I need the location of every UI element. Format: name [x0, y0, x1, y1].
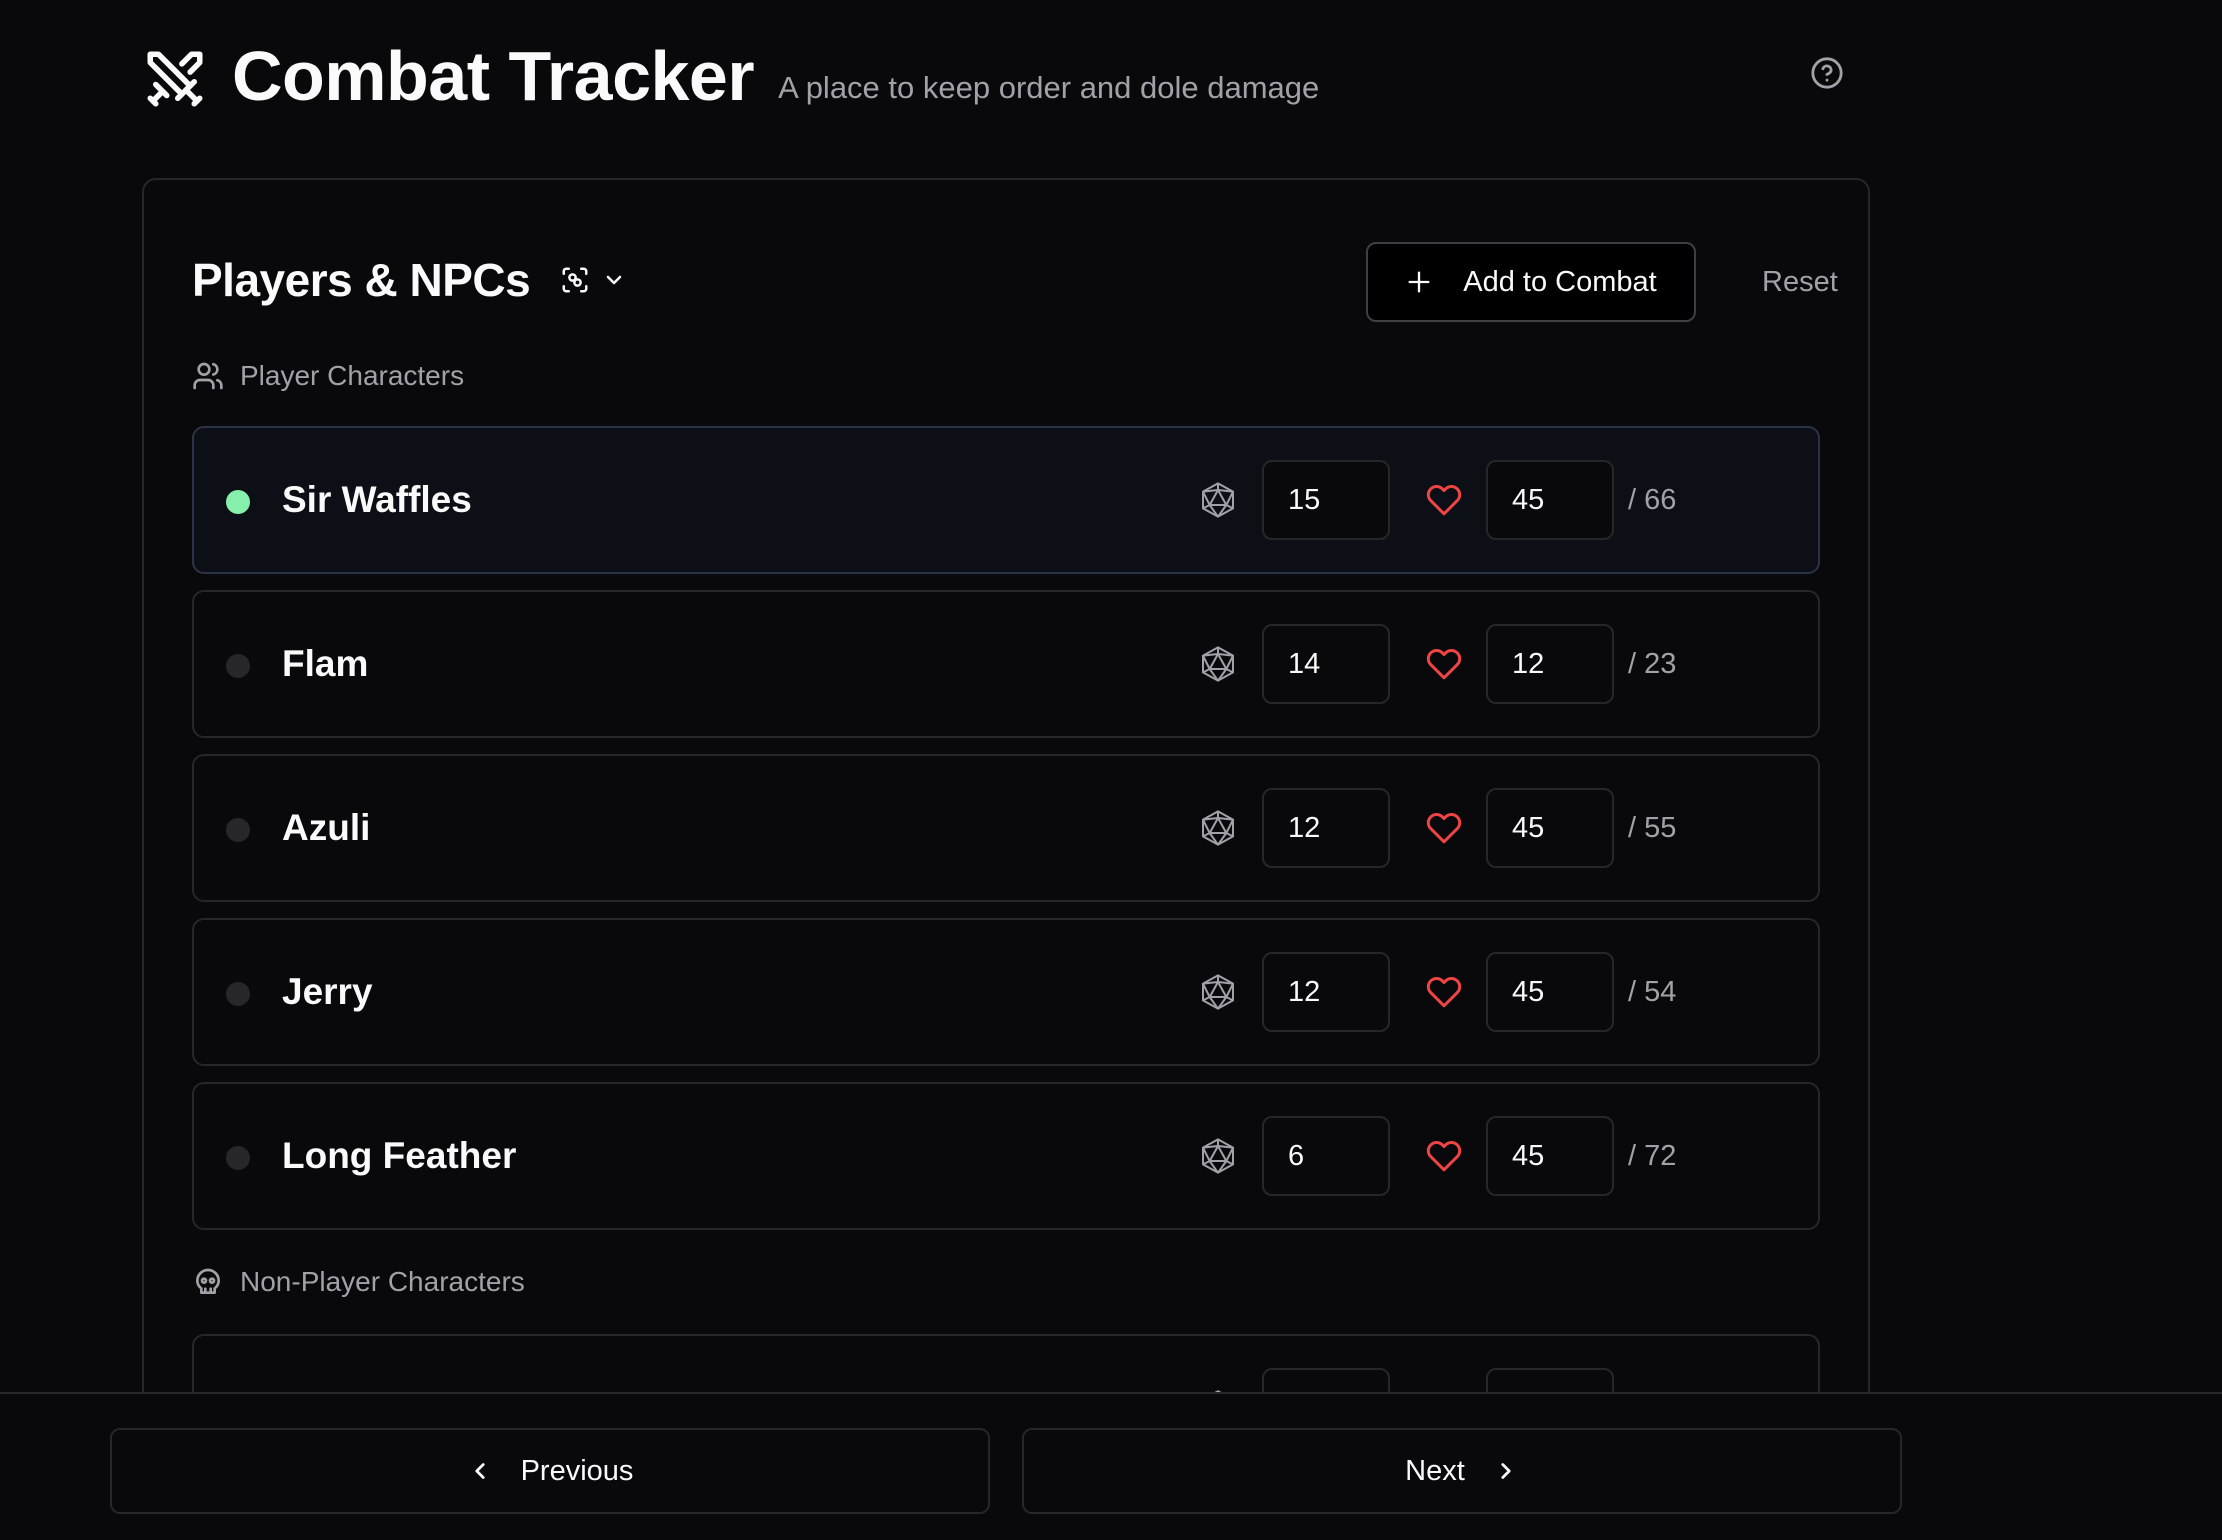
turn-status-dot: [226, 654, 250, 678]
combatants-card: Players & NPCs Add to Combat Reset Playe…: [142, 178, 1870, 1482]
turn-status-dot: [226, 490, 250, 514]
hp-input[interactable]: [1486, 788, 1614, 868]
npc-section-label: Non-Player Characters: [192, 1266, 525, 1298]
view-toggle-button[interactable]: [560, 265, 626, 295]
next-label: Next: [1405, 1454, 1465, 1487]
page-subtitle: A place to keep order and dole damage: [778, 70, 1320, 105]
crossed-swords-icon: [147, 51, 203, 107]
max-hp-label: / 66: [1628, 483, 1677, 516]
d20-icon: [1202, 646, 1234, 682]
max-hp-label: / 23: [1628, 647, 1677, 680]
d20-icon: [1202, 810, 1234, 846]
reset-button[interactable]: Reset: [1762, 242, 1838, 322]
initiative-input[interactable]: [1262, 788, 1390, 868]
player-section-text: Player Characters: [240, 360, 465, 391]
card-header: Players & NPCs Add to Combat Reset: [192, 240, 1838, 322]
skull-icon: [196, 1268, 220, 1294]
hp-input[interactable]: [1486, 460, 1614, 540]
card-title: Players & NPCs: [192, 254, 531, 306]
help-circle-icon[interactable]: [1810, 56, 1844, 90]
heart-icon: [1426, 813, 1462, 844]
chevron-left-icon: [474, 1463, 485, 1479]
plus-icon: [1408, 271, 1430, 293]
add-to-combat-button[interactable]: Add to Combat: [1366, 242, 1696, 322]
hp-input[interactable]: [1486, 624, 1614, 704]
previous-button[interactable]: Previous: [110, 1428, 990, 1514]
heart-icon: [1426, 977, 1462, 1008]
turn-status-dot: [226, 818, 250, 842]
page-title: Combat Tracker: [232, 37, 755, 115]
npc-section-text: Non-Player Characters: [240, 1266, 525, 1297]
character-name: Flam: [282, 643, 369, 684]
d20-icon: [1202, 482, 1234, 518]
character-name: Jerry: [282, 971, 373, 1012]
scan-icon: [562, 267, 588, 293]
initiative-input[interactable]: [1262, 1116, 1390, 1196]
add-to-combat-label: Add to Combat: [1463, 265, 1657, 298]
player-row[interactable]: Azuli / 55: [192, 754, 1820, 902]
player-row[interactable]: Flam / 23: [192, 590, 1820, 738]
hp-input[interactable]: [1486, 952, 1614, 1032]
heart-icon: [1426, 485, 1462, 516]
heart-icon: [1426, 649, 1462, 680]
next-button[interactable]: Next: [1022, 1428, 1902, 1514]
max-hp-label: / 72: [1628, 1139, 1677, 1172]
max-hp-label: / 54: [1628, 975, 1677, 1008]
max-hp-label: / 55: [1628, 811, 1677, 844]
hp-input[interactable]: [1486, 1116, 1614, 1196]
users-icon: [193, 362, 223, 390]
player-row[interactable]: Long Feather / 72: [192, 1082, 1820, 1230]
heart-icon: [1426, 1141, 1462, 1172]
app-header: Combat Tracker A place to keep order and…: [142, 36, 1319, 116]
player-row[interactable]: Sir Waffles / 66: [192, 426, 1820, 574]
d20-icon: [1202, 1138, 1234, 1174]
chevron-down-icon: [606, 275, 622, 285]
footer-nav: Previous Next: [0, 1392, 2222, 1540]
d20-icon: [1202, 974, 1234, 1010]
initiative-input[interactable]: [1262, 460, 1390, 540]
character-name: Sir Waffles: [282, 479, 472, 520]
previous-label: Previous: [520, 1454, 634, 1487]
player-section-label: Player Characters: [192, 360, 464, 392]
initiative-input[interactable]: [1262, 952, 1390, 1032]
chevron-right-icon: [1501, 1463, 1511, 1479]
character-name: Azuli: [282, 807, 371, 848]
turn-status-dot: [226, 1146, 250, 1170]
character-name: Long Feather: [282, 1135, 517, 1176]
turn-status-dot: [226, 982, 250, 1006]
initiative-input[interactable]: [1262, 624, 1390, 704]
player-row[interactable]: Jerry / 54: [192, 918, 1820, 1066]
